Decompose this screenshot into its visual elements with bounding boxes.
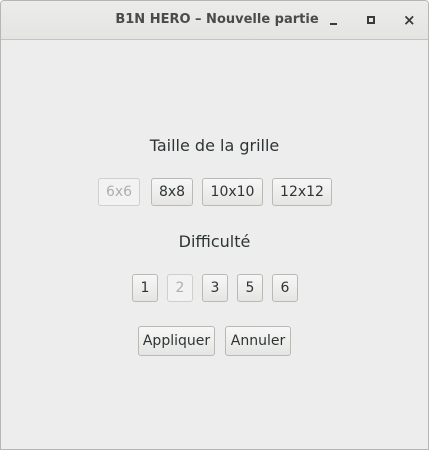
difficulty-2-button: 2 [167, 274, 193, 302]
difficulty-heading: Difficulté [178, 232, 251, 251]
difficulty-5-button[interactable]: 5 [237, 274, 263, 302]
new-game-dialog: B1N HERO – Nouvelle partie × Taille de l… [0, 0, 429, 450]
difficulty-3-button[interactable]: 3 [202, 274, 228, 302]
difficulty-6-button[interactable]: 6 [272, 274, 298, 302]
difficulty-1-button[interactable]: 1 [132, 274, 158, 302]
maximize-button[interactable] [361, 10, 381, 30]
window-title: B1N HERO – Nouvelle partie [115, 12, 319, 27]
minimize-icon [330, 23, 337, 25]
close-button[interactable]: × [399, 10, 419, 30]
minimize-button[interactable] [324, 10, 344, 30]
cancel-button[interactable]: Annuler [225, 326, 291, 356]
grid-size-8x8-button[interactable]: 8x8 [151, 178, 193, 206]
grid-size-6x6-button: 6x6 [98, 178, 140, 206]
apply-button[interactable]: Appliquer [138, 326, 215, 356]
grid-size-10x10-button[interactable]: 10x10 [202, 178, 263, 206]
maximize-icon [367, 16, 375, 24]
grid-size-heading: Taille de la grille [149, 136, 280, 155]
grid-size-12x12-button[interactable]: 12x12 [272, 178, 332, 206]
title-bar[interactable]: B1N HERO – Nouvelle partie × [1, 1, 428, 40]
close-icon: × [403, 11, 416, 29]
